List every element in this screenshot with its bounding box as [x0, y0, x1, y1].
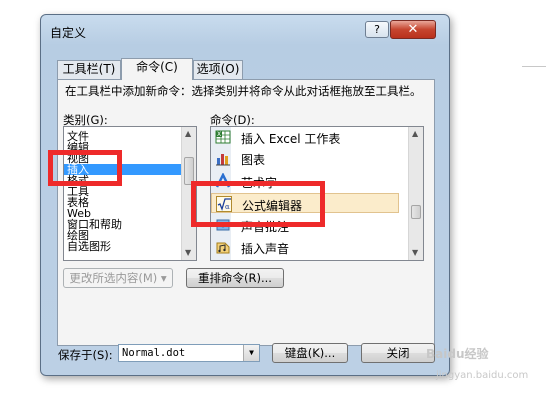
close-window-button[interactable]: ✕: [390, 20, 436, 39]
highlight-box-command: [191, 181, 325, 227]
category-item[interactable]: 自选图形: [64, 241, 182, 252]
command-item[interactable]: 插入声音: [215, 237, 400, 257]
command-item-label: 插入声音: [241, 242, 290, 256]
modify-selection-button[interactable]: 更改所选内容(M) ▾: [63, 268, 173, 288]
watermark-text: Baidu经验: [426, 347, 489, 361]
save-in-dropdown[interactable]: Normal.dot ▼: [118, 344, 260, 362]
tab-options[interactable]: 选项(O): [193, 60, 243, 79]
instruction-text: 在工具栏中添加新命令：选择类别并将命令从此对话框拖放至工具栏。: [65, 84, 422, 98]
close-button[interactable]: 关闭: [361, 343, 435, 363]
keyboard-button[interactable]: 键盘(K)...: [272, 343, 348, 363]
excel-worksheet-icon: X: [215, 130, 231, 144]
insert-sound-icon: [216, 242, 230, 254]
scroll-up-arrow-icon[interactable]: ▲: [412, 130, 418, 138]
watermark-url: jingyan.baidu.com: [436, 370, 529, 381]
desktop-line: [522, 66, 546, 67]
chart-icon: [216, 154, 230, 166]
scroll-thumb[interactable]: [411, 205, 421, 219]
command-item[interactable]: 图表: [215, 148, 400, 168]
command-scrollbar[interactable]: ▲ ▼: [408, 127, 423, 260]
scroll-up-arrow-icon[interactable]: ▲: [185, 130, 191, 138]
chevron-down-icon[interactable]: ▼: [243, 345, 259, 361]
command-item-label: 插入 Excel 工作表: [241, 132, 341, 146]
highlight-box-category: [48, 150, 122, 186]
rearrange-commands-button[interactable]: 重排命令(R)...: [186, 268, 284, 288]
command-item[interactable]: X 插入 Excel 工作表: [215, 127, 400, 147]
save-in-label: 保存于(S):: [58, 348, 113, 362]
scroll-down-arrow-icon[interactable]: ▼: [185, 249, 191, 257]
window-title: 自定义: [50, 26, 87, 40]
tab-toolbars[interactable]: 工具栏(T): [57, 60, 121, 79]
category-list[interactable]: 文件 编辑 视图 插入 格式 工具 表格 Web 窗口和帮助 绘图 自选图形 ▲…: [63, 126, 197, 261]
save-in-value: Normal.dot: [122, 347, 186, 359]
command-item-label: 图表: [241, 153, 266, 167]
help-button[interactable]: ?: [365, 21, 389, 38]
svg-text:X: X: [217, 131, 221, 138]
tab-commands[interactable]: 命令(C): [121, 58, 193, 80]
scroll-down-arrow-icon[interactable]: ▼: [412, 249, 418, 257]
